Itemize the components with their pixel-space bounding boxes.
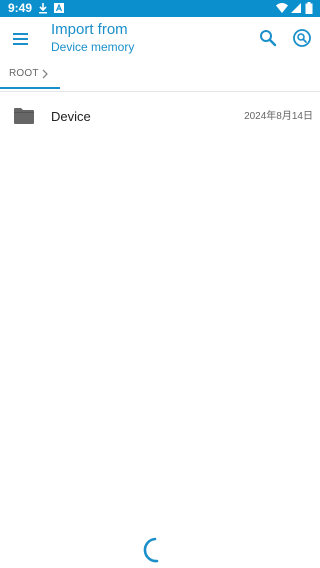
- chevron-right-icon: [42, 69, 48, 79]
- page-title: Import from: [51, 21, 128, 38]
- folder-icon: [14, 108, 34, 124]
- menu-icon[interactable]: [10, 27, 34, 51]
- breadcrumb-active-indicator: [0, 87, 60, 89]
- notification-app-icon: [54, 3, 64, 13]
- breadcrumb-item-root[interactable]: ROOT: [0, 61, 60, 89]
- signal-icon: [291, 3, 301, 13]
- scan-search-icon[interactable]: [290, 26, 314, 50]
- download-icon: [39, 3, 47, 14]
- app-bar: Import from Device memory: [0, 17, 320, 61]
- status-bar: 9:49: [0, 0, 320, 17]
- battery-icon: [305, 2, 313, 14]
- search-icon[interactable]: [256, 26, 280, 50]
- status-time: 9:49: [8, 1, 33, 15]
- list-item[interactable]: Device 2024年8月14日: [0, 100, 320, 134]
- file-name: Device: [51, 109, 91, 124]
- file-date: 2024年8月14日: [244, 111, 313, 122]
- wifi-icon: [276, 3, 288, 13]
- page-subtitle: Device memory: [51, 40, 135, 54]
- loading-spinner: [143, 537, 159, 563]
- breadcrumb: ROOT: [0, 61, 320, 92]
- breadcrumb-label: ROOT: [9, 68, 39, 79]
